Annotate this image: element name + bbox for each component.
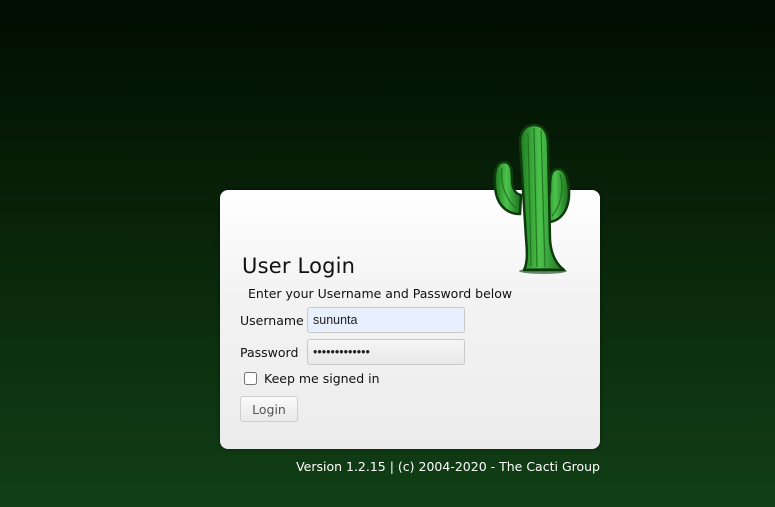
username-input[interactable] — [307, 307, 465, 333]
password-label: Password — [240, 344, 299, 360]
login-button[interactable]: Login — [240, 396, 298, 422]
keep-signed-in-checkbox[interactable] — [244, 372, 257, 385]
username-label: Username — [240, 312, 304, 328]
keep-signed-in-label[interactable]: Keep me signed in — [264, 371, 380, 386]
password-input[interactable] — [307, 339, 465, 365]
page-title: User Login — [242, 254, 356, 278]
username-row: Username — [240, 307, 465, 333]
login-instructions: Enter your Username and Password below — [248, 286, 513, 301]
version-footer: Version 1.2.15 | (c) 2004-2020 - The Cac… — [296, 459, 600, 474]
password-row: Password — [240, 339, 465, 365]
cactus-icon — [493, 123, 571, 274]
remember-row: Keep me signed in — [244, 371, 380, 386]
